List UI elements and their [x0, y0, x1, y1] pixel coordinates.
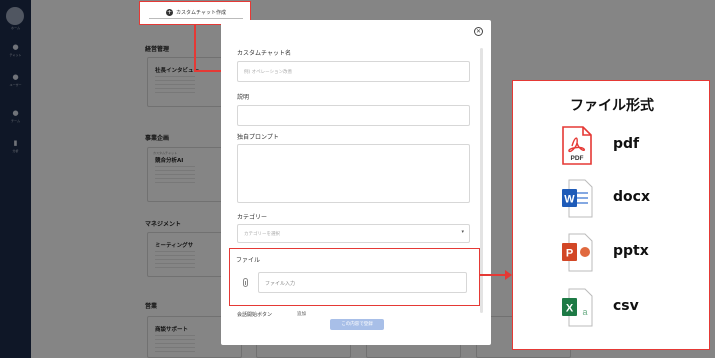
excel-file-icon: a X — [562, 288, 593, 327]
file-format-csv: a X csv — [561, 288, 701, 328]
file-format-label: pptx — [613, 243, 649, 259]
create-custom-chat-button[interactable]: + カスタムチャット作成 — [149, 7, 243, 19]
prompt-label: 独自プロンプト — [237, 134, 279, 141]
file-arrow — [480, 274, 506, 276]
paperclip-icon — [243, 278, 248, 287]
file-format-pptx: P pptx — [561, 233, 701, 273]
prompt-textarea[interactable] — [237, 144, 470, 203]
file-format-panel: ファイル形式 PDF pdf W docx P pptx a X csv — [512, 80, 710, 350]
callout-arrow — [194, 25, 196, 71]
svg-text:W: W — [564, 194, 575, 206]
add-button[interactable]: 追加 — [297, 311, 306, 317]
name-label: カスタムチャット名 — [237, 50, 291, 57]
name-input[interactable]: 例) オペレーション改善 — [237, 61, 470, 82]
file-format-label: docx — [613, 189, 650, 205]
chevron-down-icon: ▾ — [461, 229, 464, 235]
close-icon[interactable]: ✕ — [474, 27, 483, 36]
svg-text:a: a — [582, 307, 587, 317]
create-custom-chat-label: カスタムチャット作成 — [176, 10, 226, 16]
file-format-label: csv — [613, 298, 639, 314]
svg-text:PDF: PDF — [571, 155, 584, 162]
category-placeholder: カテゴリーを選択 — [244, 232, 280, 237]
file-format-label: pdf — [613, 136, 640, 152]
file-placeholder: ファイル入力 — [265, 281, 296, 287]
pdf-file-icon: PDF — [562, 126, 592, 165]
file-label: ファイル — [236, 257, 261, 264]
arrow-head — [505, 270, 512, 280]
description-label: 説明 — [237, 94, 250, 101]
plus-icon: + — [166, 9, 174, 16]
category-select[interactable]: カテゴリーを選択 ▾ — [237, 224, 470, 243]
file-input[interactable]: ファイル入力 — [258, 272, 467, 293]
svg-text:P: P — [566, 248, 573, 260]
file-format-title: ファイル形式 — [570, 98, 654, 114]
file-format-pdf: PDF pdf — [561, 126, 701, 166]
start-button-label: 会話開始ボタン — [237, 312, 273, 318]
custom-chat-modal: ✕ カスタムチャット名 例) オペレーション改善 説明 独自プロンプト カテゴリ… — [221, 20, 491, 345]
name-placeholder: 例) オペレーション改善 — [244, 70, 293, 75]
file-format-docx: W docx — [561, 179, 701, 219]
powerpoint-file-icon: P — [562, 233, 593, 272]
description-input[interactable] — [237, 105, 470, 126]
category-label: カテゴリー — [237, 214, 268, 221]
file-section-highlight: ファイル ファイル入力 — [229, 248, 480, 306]
svg-text:X: X — [566, 303, 574, 315]
word-file-icon: W — [562, 179, 593, 218]
submit-button[interactable]: この内容で登録 — [330, 319, 384, 330]
